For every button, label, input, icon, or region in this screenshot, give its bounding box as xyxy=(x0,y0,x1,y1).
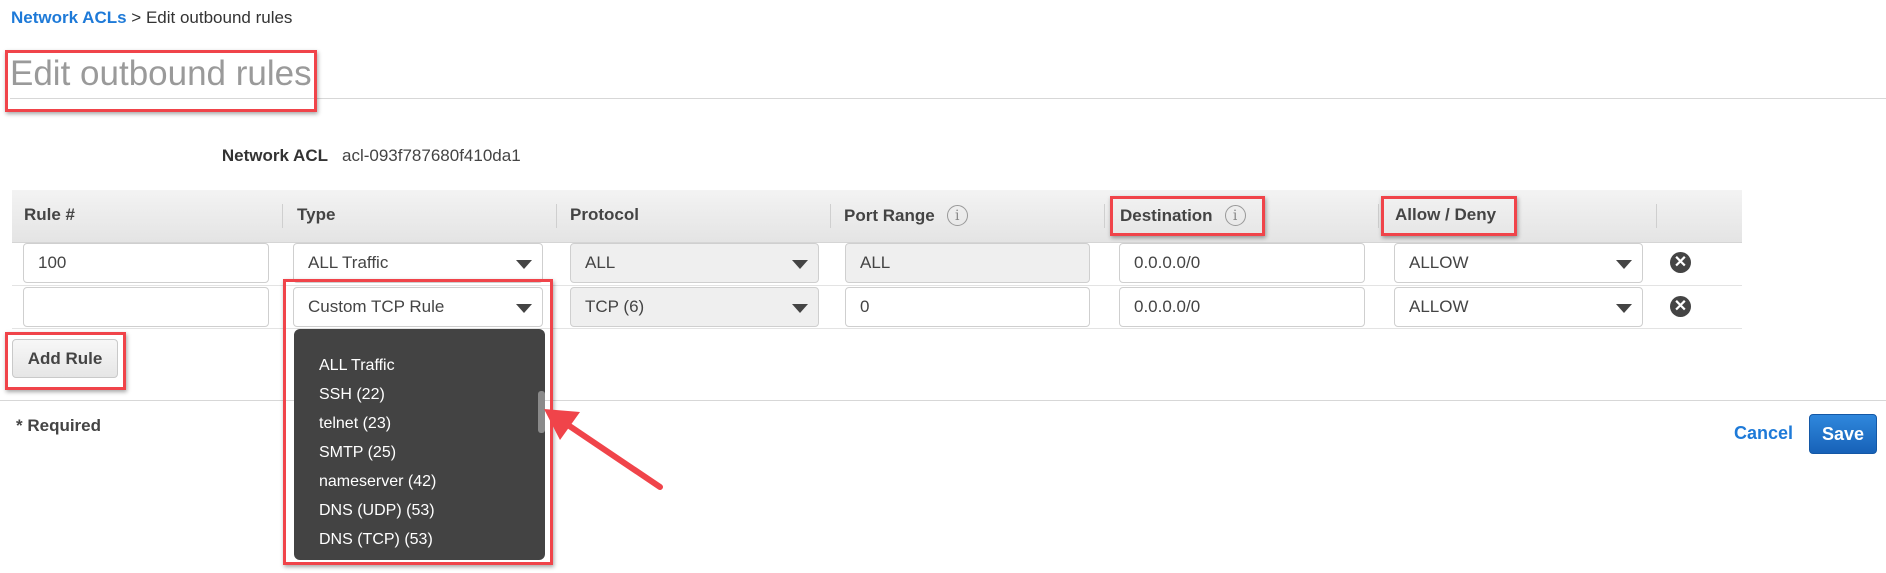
allow-deny-select-value: ALLOW xyxy=(1409,297,1469,316)
protocol-select-value: ALL xyxy=(585,253,616,272)
annotation-type-dropdown-highlight xyxy=(283,279,553,565)
remove-rule-icon[interactable]: ✕ xyxy=(1670,296,1691,317)
annotation-arrow-shaft xyxy=(562,420,663,490)
protocol-select[interactable]: ALL xyxy=(570,243,819,283)
annotation-title-highlight xyxy=(5,50,317,112)
allow-deny-select-value: ALLOW xyxy=(1409,253,1469,272)
rule-number-input[interactable] xyxy=(23,287,269,327)
column-separator xyxy=(282,204,283,228)
protocol-select[interactable]: TCP (6) xyxy=(570,287,819,327)
breadcrumb-current: Edit outbound rules xyxy=(145,8,293,27)
chevron-down-icon xyxy=(792,304,808,313)
breadcrumb-separator: > xyxy=(126,8,146,27)
port-range-input[interactable]: ALL xyxy=(845,243,1090,283)
header-port-range: Port Range i xyxy=(844,205,968,226)
remove-rule-icon[interactable]: ✕ xyxy=(1670,252,1691,273)
chevron-down-icon xyxy=(792,260,808,269)
column-separator xyxy=(1656,204,1657,228)
column-separator xyxy=(1104,204,1105,228)
protocol-select-value: TCP (6) xyxy=(585,297,645,316)
info-icon[interactable]: i xyxy=(946,205,968,226)
header-type: Type xyxy=(297,205,335,225)
column-separator xyxy=(1378,204,1379,228)
header-type-label: Type xyxy=(297,205,336,224)
chevron-down-icon xyxy=(1616,304,1632,313)
chevron-down-icon xyxy=(516,260,532,269)
row-divider xyxy=(12,328,1742,329)
annotation-destination-highlight xyxy=(1110,196,1265,236)
network-acl-label: Network ACL xyxy=(221,146,328,165)
type-select[interactable]: ALL Traffic xyxy=(293,243,543,283)
annotation-arrow-icon xyxy=(544,409,663,490)
rule-number-input[interactable]: 100 xyxy=(23,243,269,283)
column-separator xyxy=(830,204,831,228)
annotation-allow-deny-highlight xyxy=(1381,196,1517,236)
header-port-range-label: Port Range xyxy=(844,205,935,225)
destination-input[interactable]: 0.0.0.0/0 xyxy=(1119,243,1365,283)
row-divider xyxy=(12,285,1742,286)
allow-deny-select[interactable]: ALLOW xyxy=(1394,243,1643,283)
allow-deny-select[interactable]: ALLOW xyxy=(1394,287,1643,327)
annotation-add-rule-highlight xyxy=(5,332,126,390)
network-acl-value: acl-093f787680f410da1 xyxy=(342,146,521,165)
save-button[interactable]: Save xyxy=(1809,414,1877,454)
cancel-button[interactable]: Cancel xyxy=(1734,423,1793,444)
annotation-arrow-head xyxy=(544,409,580,440)
header-protocol: Protocol xyxy=(570,205,639,225)
header-rule-number-label: Rule # xyxy=(24,205,76,224)
column-separator xyxy=(556,204,557,228)
breadcrumb-network-acls-link[interactable]: Network ACLs xyxy=(11,8,127,27)
header-protocol-label: Protocol xyxy=(570,205,639,224)
breadcrumb: Network ACLs > Edit outbound rules xyxy=(11,8,292,28)
required-note: * Required xyxy=(16,416,102,435)
type-select-value: ALL Traffic xyxy=(308,253,389,272)
port-range-input[interactable]: 0 xyxy=(845,287,1090,327)
destination-input[interactable]: 0.0.0.0/0 xyxy=(1119,287,1365,327)
header-rule-number: Rule # xyxy=(24,205,75,225)
chevron-down-icon xyxy=(1616,260,1632,269)
